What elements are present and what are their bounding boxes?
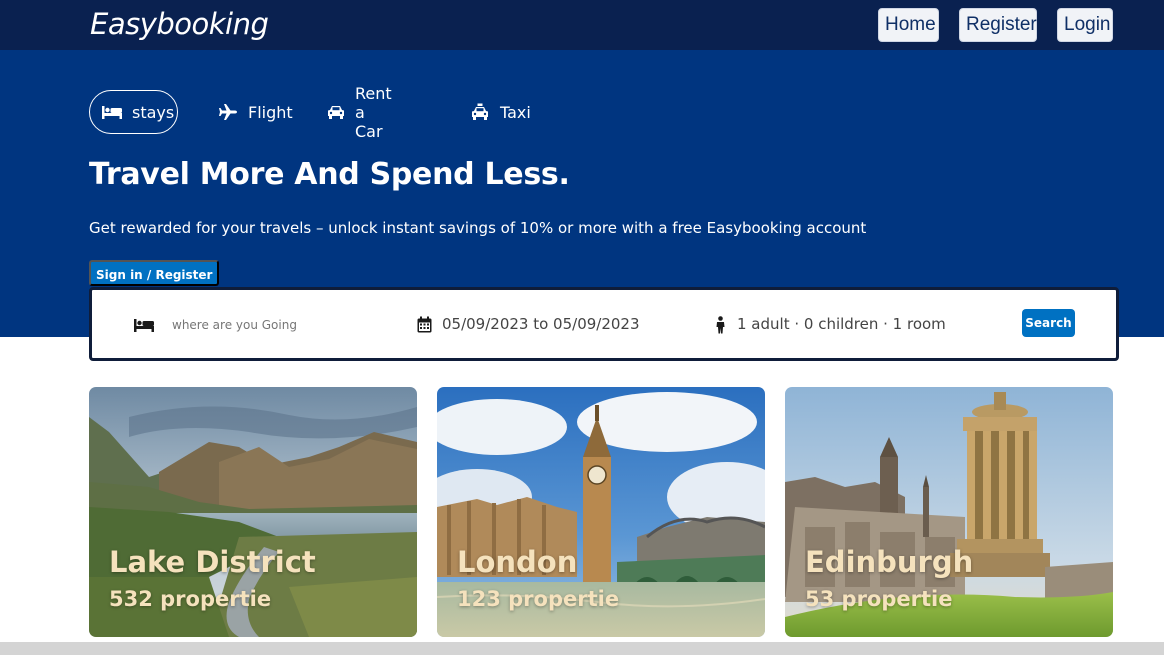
tab-stays[interactable]: stays [89,90,178,134]
nav-register-button[interactable]: Register [959,8,1037,42]
destination-name: Edinburgh [805,545,974,579]
tab-rent-a-car-label: Rent a Car [355,83,392,141]
horizontal-scrollbar[interactable] [0,642,1164,655]
bed-icon [101,103,123,121]
tab-flight-label: Flight [248,102,293,122]
date-range-field[interactable]: 05/09/2023 to 05/09/2023 [442,315,640,333]
search-box: 05/09/2023 to 05/09/2023 1 adult · 0 chi… [89,287,1119,361]
search-button[interactable]: Search [1022,309,1075,337]
nav-login-button[interactable]: Login [1057,8,1113,42]
destination-card-london[interactable]: London 123 propertie [437,387,765,637]
destination-count: 123 propertie [457,587,620,611]
destination-input[interactable] [172,312,372,338]
guests-field[interactable]: 1 adult · 0 children · 1 room [737,315,946,333]
tab-taxi-label: Taxi [500,102,531,122]
tab-stays-label: stays [132,102,175,122]
destination-count: 53 propertie [805,587,953,611]
taxi-icon [469,103,491,121]
sign-in-register-button[interactable]: Sign in / Register [89,260,220,286]
destination-name: London [457,545,578,579]
car-icon [326,103,346,121]
nav-home-button[interactable]: Home [878,8,939,42]
tab-taxi[interactable]: Taxi [469,90,531,134]
plane-icon [217,103,239,121]
hero-title: Travel More And Spend Less. [89,157,570,192]
top-navbar: Easybooking Home Register Login [0,0,1164,50]
destination-count: 532 propertie [109,587,272,611]
brand-logo[interactable]: Easybooking [90,7,269,41]
tab-rent-a-car[interactable]: Rent a Car [326,84,394,141]
hero-subtitle: Get rewarded for your travels – unlock i… [89,219,867,237]
destination-card-lake-district[interactable]: Lake District 532 propertie [89,387,417,637]
destination-name: Lake District [109,545,316,579]
person-icon [714,315,726,335]
destination-cards: Lake District 532 propertie London 123 p… [89,387,1113,637]
calendar-icon [416,315,432,333]
destination-card-edinburgh[interactable]: Edinburgh 53 propertie [785,387,1113,637]
tab-flight[interactable]: Flight [217,90,293,134]
bed-icon [132,315,156,335]
